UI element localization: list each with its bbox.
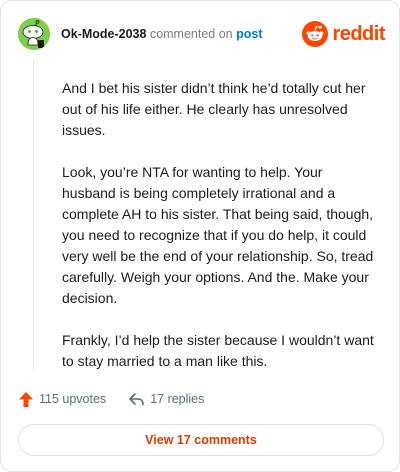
comment-card: Ok-Mode-2038 commented on post reddit An…	[0, 0, 400, 472]
comment-header: Ok-Mode-2038 commented on post reddit	[18, 18, 388, 50]
replies-button[interactable]: 17 replies	[128, 392, 204, 407]
post-link[interactable]: post	[236, 27, 262, 41]
reddit-logo-icon	[302, 21, 329, 47]
upvote-button[interactable]: 115 upvotes	[18, 391, 106, 408]
upvote-arrow-icon	[19, 391, 33, 407]
comment-meta: Ok-Mode-2038 commented on post	[61, 27, 263, 41]
reply-arrow-icon	[129, 392, 144, 405]
thread-line	[33, 59, 34, 369]
comment-paragraph: Look, you’re NTA for wanting to help. Yo…	[62, 164, 374, 306]
reddit-wordmark: reddit	[332, 23, 385, 45]
upvotes-count: 115 upvotes	[39, 392, 107, 406]
reddit-logo[interactable]: reddit	[302, 20, 385, 48]
replies-count: 17 replies	[150, 392, 205, 406]
comment-actions: 115 upvotes 17 replies	[18, 389, 226, 409]
commented-on-text: commented on	[149, 27, 233, 41]
username-link[interactable]: Ok-Mode-2038	[61, 27, 146, 41]
comment-paragraph: And I bet his sister didn’t think he’d t…	[62, 80, 366, 138]
comment-paragraph: Frankly, I’d help the sister because I w…	[62, 332, 374, 369]
comment-body: And I bet his sister didn’t think he’d t…	[62, 78, 380, 393]
view-comments-button[interactable]: View 17 comments	[18, 424, 384, 456]
snoo-avatar-icon[interactable]	[18, 18, 50, 50]
